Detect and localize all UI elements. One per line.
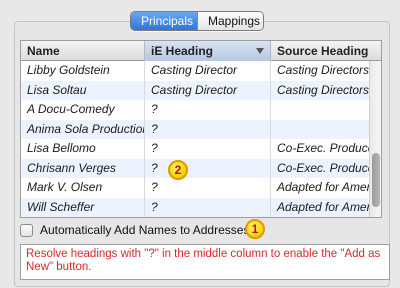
cell-name: Libby Goldstein [21,61,145,81]
cell-name: Lisa Soltau [21,80,145,100]
callout-marker-2: 2 [168,160,188,180]
column-header-ie-heading[interactable]: iE Heading [145,41,271,61]
cell-ie-heading[interactable]: ? [145,178,271,198]
cell-ie-heading[interactable]: ? [145,197,271,217]
callout-marker-1: 1 [245,219,265,239]
table-row[interactable]: A Docu-Comedy ? [21,100,381,120]
vertical-scrollbar[interactable] [369,61,381,217]
table-row[interactable]: Anima Sola Productions ? [21,119,381,140]
cell-ie-heading[interactable]: ? [145,119,271,139]
table-row[interactable]: Lisa Soltau Casting Director Casting Dir… [21,80,381,100]
auto-add-names-option[interactable]: Automatically Add Names to Addresses [20,222,249,238]
sort-descending-icon [256,48,264,54]
cell-source-heading [271,120,371,140]
cell-ie-heading[interactable]: Casting Director [145,80,271,100]
cell-ie-heading[interactable]: Casting Director [145,61,271,81]
cell-name: Anima Sola Productions [21,119,145,139]
cell-name: Lisa Bellomo [21,139,145,159]
cell-name: Mark V. Olsen [21,178,145,198]
resolve-headings-message: Resolve headings with "?" in the middle … [20,244,390,280]
auto-add-names-checkbox[interactable] [20,223,33,237]
cell-ie-heading[interactable]: ? [145,158,271,178]
table-row[interactable]: Lisa Bellomo ? Co-Exec. Producer [21,139,381,159]
cell-source-heading: Adapted for American [277,199,371,214]
tab-mappings[interactable]: Mappings [197,12,263,30]
cell-source-heading: Co-Exec. Producer [277,160,371,175]
principals-table: Name iE Heading Source Heading Libby Gol… [20,40,382,218]
table-row[interactable]: Mark V. Olsen ? Adapted for American [21,178,381,198]
cell-source-heading: Co-Exec. Producer [277,141,371,155]
table-row[interactable]: Will Scheffer ? Adapted for American [21,197,381,217]
table-header: Name iE Heading Source Heading [21,41,381,61]
column-header-source-heading[interactable]: Source Heading [271,41,371,61]
cell-ie-heading[interactable]: ? [145,100,271,120]
tab-principals[interactable]: Principals [131,12,197,30]
column-header-name[interactable]: Name [21,41,145,61]
table-row[interactable]: Chrisann Verges ? Co-Exec. Producer [21,158,381,178]
column-header-ie-heading-label: iE Heading [151,44,214,58]
cell-name: Chrisann Verges [21,158,145,178]
view-segmented-control: Principals Mappings [130,11,264,31]
cell-source-heading: Adapted for American [277,180,371,194]
cell-ie-heading[interactable]: ? [145,139,271,159]
cell-source-heading: Casting Directors [277,82,370,97]
scrollbar-thumb[interactable] [372,153,380,207]
auto-add-names-label[interactable]: Automatically Add Names to Addresses [40,223,249,237]
table-row[interactable]: Libby Goldstein Casting Director Casting… [21,61,381,81]
cell-source-heading [271,100,371,120]
cell-name: A Docu-Comedy [21,100,145,120]
cell-name: Will Scheffer [21,197,145,217]
table-body: Libby Goldstein Casting Director Casting… [21,61,381,217]
cell-source-heading: Casting Directors [277,63,370,77]
